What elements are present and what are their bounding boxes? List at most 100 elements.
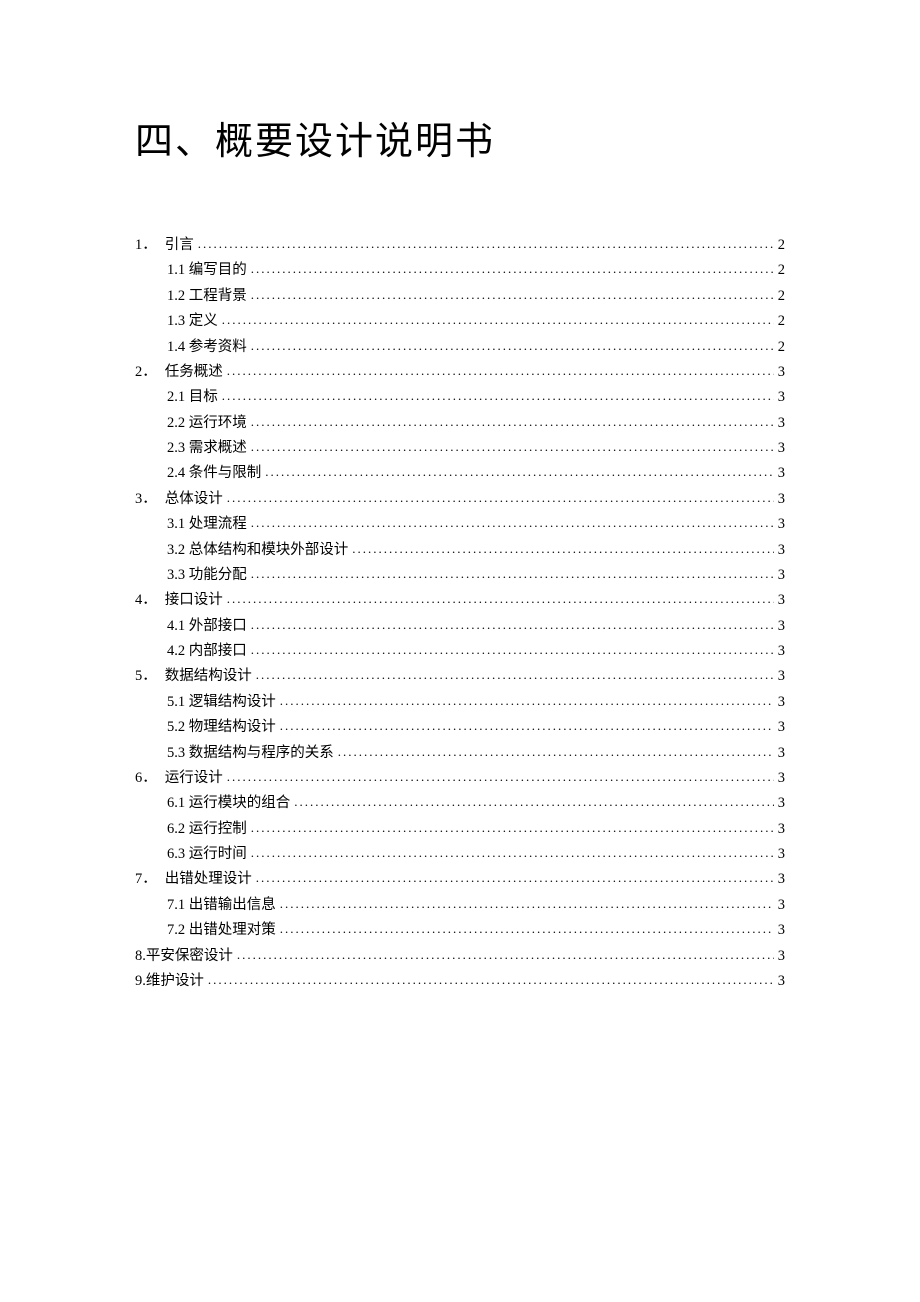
toc-entry-page: 3 xyxy=(778,512,785,537)
toc-entry-label: 6.1 运行模块的组合 xyxy=(167,791,290,816)
toc-leader-dots xyxy=(251,436,774,460)
toc-entry-page: 3 xyxy=(778,436,785,461)
toc-entry-label: 3.1 处理流程 xyxy=(167,512,247,537)
toc-entry-page: 3 xyxy=(778,538,785,563)
toc-entry-page: 3 xyxy=(778,969,785,994)
toc-entry-page: 2 xyxy=(778,335,785,360)
toc-entry-label: 2.3 需求概述 xyxy=(167,436,247,461)
toc-entry-text: 数据结构设计 xyxy=(165,668,252,684)
toc-entry-page: 3 xyxy=(778,791,785,816)
toc-entry-label: 9.维护设计 xyxy=(135,969,204,994)
toc-leader-dots xyxy=(280,690,774,714)
toc-entry: 2.2 运行环境 3 xyxy=(167,411,785,436)
toc-entry-label: 2．任务概述 xyxy=(135,360,223,385)
toc-entry: 6.3 运行时间 3 xyxy=(167,842,785,867)
toc-entry-label: 4.1 外部接口 xyxy=(167,614,247,639)
toc-entry-label: 2.2 运行环境 xyxy=(167,411,247,436)
toc-leader-dots xyxy=(222,385,774,409)
toc-entry: 6.2 运行控制 3 xyxy=(167,817,785,842)
toc-entry-label: 5.1 逻辑结构设计 xyxy=(167,690,276,715)
toc-leader-dots xyxy=(280,918,774,942)
toc-entry-page: 3 xyxy=(778,893,785,918)
toc-entry-number: 1． xyxy=(135,233,157,258)
toc-entry-page: 3 xyxy=(778,461,785,486)
toc-entry: 1.1 编写目的2 xyxy=(167,258,785,283)
toc-entry: 5.2 物理结构设计3 xyxy=(167,715,785,740)
toc-leader-dots xyxy=(251,563,774,587)
toc-entry-label: 6.3 运行时间 xyxy=(167,842,247,867)
toc-entry-text: 接口设计 xyxy=(165,592,223,608)
toc-entry: 3.3 功能分配 3 xyxy=(167,563,785,588)
toc-entry-page: 3 xyxy=(778,487,785,512)
toc-entry-text: 出错处理设计 xyxy=(165,871,252,887)
toc-entry-page: 3 xyxy=(778,741,785,766)
toc-leader-dots xyxy=(251,284,774,308)
toc-entry-page: 3 xyxy=(778,867,785,892)
toc-entry-page: 3 xyxy=(778,639,785,664)
toc-entry: 1． 引言 2 xyxy=(135,233,785,258)
toc-leader-dots xyxy=(280,715,774,739)
toc-leader-dots xyxy=(352,538,774,562)
toc-leader-dots xyxy=(294,791,774,815)
toc-leader-dots xyxy=(227,766,774,790)
toc-entry-label: 2.1 目标 xyxy=(167,385,218,410)
toc-entry-label: 3.3 功能分配 xyxy=(167,563,247,588)
toc-entry-label: 1． 引言 xyxy=(135,233,194,258)
toc-leader-dots xyxy=(256,867,774,891)
toc-entry-label: 4． 接口设计 xyxy=(135,588,223,613)
toc-leader-dots xyxy=(198,233,774,257)
toc-entry-page: 2 xyxy=(778,233,785,258)
toc-entry-text: 任务概述 xyxy=(165,364,223,380)
toc-entry: 6．运行设计3 xyxy=(135,766,785,791)
toc-entry-label: 7.2 出错处理对策 xyxy=(167,918,276,943)
toc-entry-page: 2 xyxy=(778,258,785,283)
toc-leader-dots xyxy=(251,335,774,359)
toc-entry-page: 2 xyxy=(778,309,785,334)
toc-entry-page: 3 xyxy=(778,766,785,791)
toc-leader-dots xyxy=(222,309,774,333)
toc-entry: 9.维护设计 3 xyxy=(135,969,785,994)
toc-entry: 1.2 工程背景2 xyxy=(167,284,785,309)
toc-entry-number: 5． xyxy=(135,664,157,689)
toc-entry-page: 3 xyxy=(778,918,785,943)
toc-leader-dots xyxy=(338,741,774,765)
toc-entry: 5.3 数据结构与程序的关系 3 xyxy=(167,741,785,766)
toc-entry: 2.1 目标 3 xyxy=(167,385,785,410)
toc-leader-dots xyxy=(256,664,774,688)
toc-entry-text: 引言 xyxy=(165,237,194,253)
toc-entry-label: 1.4 参考资料 xyxy=(167,335,247,360)
toc-entry: 2．任务概述3 xyxy=(135,360,785,385)
toc-entry-label: 7.1 出错输出信息 xyxy=(167,893,276,918)
toc-entry-label: 7．出错处理设计 xyxy=(135,867,252,892)
toc-entry-label: 3．总体设计 xyxy=(135,487,223,512)
toc-entry-page: 3 xyxy=(778,690,785,715)
toc-entry: 4.2 内部接口3 xyxy=(167,639,785,664)
toc-leader-dots xyxy=(251,817,774,841)
toc-entry-page: 3 xyxy=(778,411,785,436)
toc-entry: 5． 数据结构设计 3 xyxy=(135,664,785,689)
toc-entry-page: 3 xyxy=(778,842,785,867)
toc-entry-page: 3 xyxy=(778,664,785,689)
table-of-contents: 1．引言21.1 编写目的21.2 工程背景21.3 定义21.4 参考资料22… xyxy=(135,233,785,994)
toc-leader-dots xyxy=(251,614,774,638)
toc-entry-text: 总体设计 xyxy=(165,491,223,507)
toc-entry-page: 3 xyxy=(778,588,785,613)
toc-entry: 6.1 运行模块的组合 3 xyxy=(167,791,785,816)
toc-entry: 1.4 参考资料 2 xyxy=(167,335,785,360)
toc-entry-page: 3 xyxy=(778,817,785,842)
toc-entry-number: 4． xyxy=(135,588,157,613)
toc-entry: 7.2 出错处理对策 3 xyxy=(167,918,785,943)
toc-entry-number: 6． xyxy=(135,766,157,791)
toc-entry-label: 5.2 物理结构设计 xyxy=(167,715,276,740)
toc-entry-page: 3 xyxy=(778,563,785,588)
toc-leader-dots xyxy=(265,461,774,485)
toc-entry-page: 3 xyxy=(778,385,785,410)
toc-leader-dots xyxy=(227,588,774,612)
toc-entry-page: 2 xyxy=(778,284,785,309)
toc-entry-label: 5． 数据结构设计 xyxy=(135,664,252,689)
toc-leader-dots xyxy=(237,944,774,968)
toc-entry-label: 6.2 运行控制 xyxy=(167,817,247,842)
toc-entry-label: 5.3 数据结构与程序的关系 xyxy=(167,741,334,766)
toc-leader-dots xyxy=(208,969,774,993)
toc-leader-dots xyxy=(227,487,774,511)
